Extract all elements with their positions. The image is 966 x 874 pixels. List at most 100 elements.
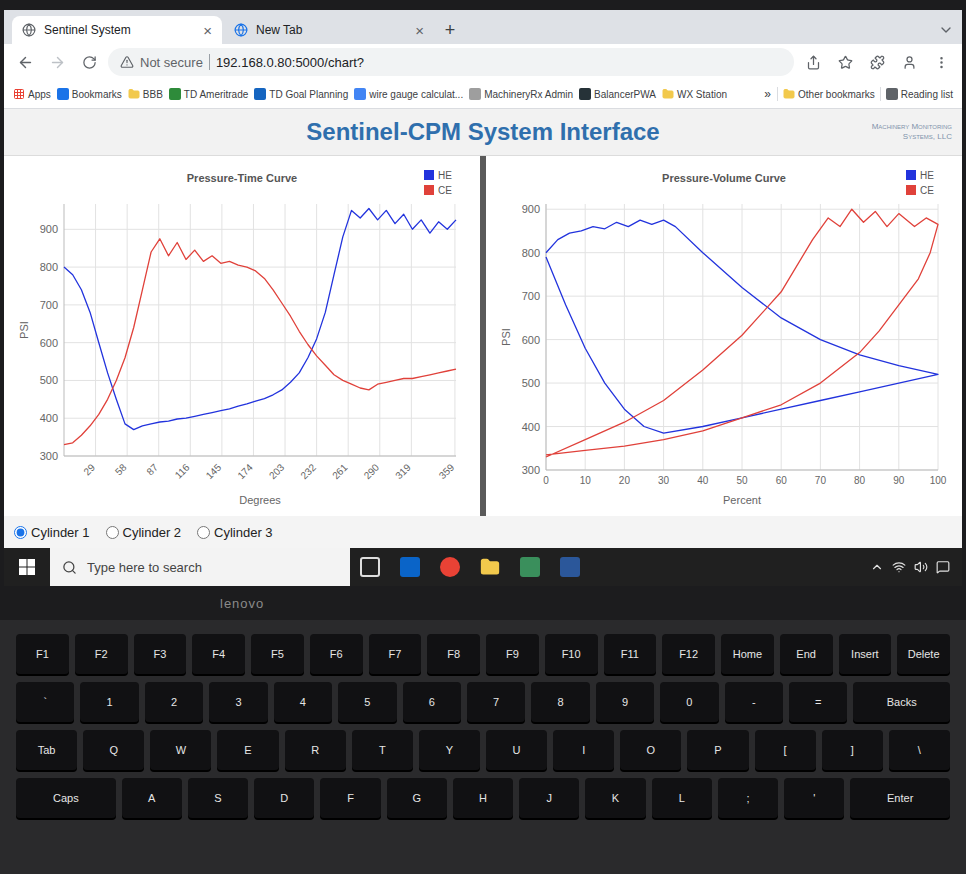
key[interactable]: Backs	[853, 682, 950, 722]
bookmark[interactable]: WX Station	[659, 88, 730, 100]
key[interactable]: Y	[419, 730, 480, 770]
volume-icon[interactable]	[914, 560, 928, 574]
key[interactable]: F12	[662, 634, 715, 674]
taskbar-app[interactable]	[350, 548, 390, 586]
legend-item[interactable]: CE	[906, 185, 934, 196]
key[interactable]: =	[789, 682, 847, 722]
taskbar-app[interactable]	[470, 548, 510, 586]
key[interactable]: Enter	[850, 778, 950, 818]
key[interactable]: 1	[80, 682, 138, 722]
bookmark[interactable]: wire gauge calculat...	[351, 88, 466, 100]
bookmark[interactable]: BBB	[125, 88, 166, 100]
share-button[interactable]	[800, 49, 826, 75]
key[interactable]: ;	[718, 778, 778, 818]
key[interactable]: G	[387, 778, 447, 818]
radio-button[interactable]	[197, 526, 210, 539]
new-tab-button[interactable]: +	[436, 16, 464, 44]
bookmark[interactable]: TD Ameritrade	[166, 88, 251, 100]
bookmark-star-button[interactable]	[832, 49, 858, 75]
key[interactable]: F4	[192, 634, 245, 674]
reload-button[interactable]	[76, 49, 102, 75]
reading-list[interactable]: Reading list	[883, 88, 956, 100]
wifi-icon[interactable]	[892, 560, 906, 574]
key[interactable]: F2	[75, 634, 128, 674]
key[interactable]: K	[585, 778, 645, 818]
key[interactable]: 0	[660, 682, 718, 722]
extensions-button[interactable]	[864, 49, 890, 75]
forward-button[interactable]	[44, 49, 70, 75]
chevron-up-icon[interactable]	[870, 560, 884, 574]
key[interactable]: 7	[467, 682, 525, 722]
key[interactable]: W	[150, 730, 211, 770]
key[interactable]: U	[486, 730, 547, 770]
taskbar-app[interactable]	[510, 548, 550, 586]
bookmark[interactable]: Bookmarks	[54, 88, 125, 100]
key[interactable]: T	[352, 730, 413, 770]
key[interactable]: ]	[822, 730, 883, 770]
key[interactable]: 6	[403, 682, 461, 722]
cylinder-option[interactable]: Cylinder 2	[106, 525, 182, 540]
key[interactable]: F11	[604, 634, 657, 674]
key[interactable]: Caps	[16, 778, 116, 818]
back-button[interactable]	[12, 49, 38, 75]
cylinder-option[interactable]: Cylinder 3	[197, 525, 273, 540]
key[interactable]: F5	[251, 634, 304, 674]
key[interactable]: S	[188, 778, 248, 818]
bookmark[interactable]: Apps	[10, 88, 54, 100]
other-bookmarks[interactable]: Other bookmarks	[780, 88, 878, 100]
key[interactable]: I	[553, 730, 614, 770]
key[interactable]: '	[784, 778, 844, 818]
key[interactable]: R	[285, 730, 346, 770]
key[interactable]: 3	[209, 682, 267, 722]
key[interactable]: O	[620, 730, 681, 770]
key[interactable]: F8	[427, 634, 480, 674]
key[interactable]: F6	[310, 634, 363, 674]
legend-item[interactable]: HE	[906, 170, 934, 181]
key[interactable]: E	[217, 730, 278, 770]
key[interactable]: Insert	[839, 634, 892, 674]
key[interactable]: 8	[531, 682, 589, 722]
key[interactable]: P	[687, 730, 748, 770]
taskbar-app[interactable]	[430, 548, 470, 586]
key[interactable]: 4	[274, 682, 332, 722]
legend-item[interactable]: HE	[424, 170, 452, 181]
key[interactable]: F10	[545, 634, 598, 674]
key[interactable]: -	[725, 682, 783, 722]
legend-item[interactable]: CE	[424, 185, 452, 196]
key[interactable]: Tab	[16, 730, 77, 770]
browser-tab[interactable]: New Tab×	[224, 16, 434, 44]
bookmark[interactable]: BalancerPWA	[576, 88, 659, 100]
key[interactable]: A	[122, 778, 182, 818]
bookmark[interactable]: TD Goal Planning	[251, 88, 351, 100]
key[interactable]: F1	[16, 634, 69, 674]
key[interactable]: Q	[83, 730, 144, 770]
key[interactable]: 9	[596, 682, 654, 722]
key[interactable]: J	[519, 778, 579, 818]
taskbar-app[interactable]	[550, 548, 590, 586]
key[interactable]: `	[16, 682, 74, 722]
key[interactable]: 2	[145, 682, 203, 722]
key[interactable]: End	[780, 634, 833, 674]
key[interactable]: Delete	[897, 634, 950, 674]
start-button[interactable]	[4, 548, 50, 586]
notification-icon[interactable]	[936, 560, 950, 574]
radio-button[interactable]	[14, 526, 27, 539]
address-bar[interactable]: Not secure192.168.0.80:5000/chart?	[108, 48, 794, 76]
key[interactable]: F3	[134, 634, 187, 674]
bookmarks-overflow[interactable]: »	[760, 87, 775, 101]
key[interactable]: Home	[721, 634, 774, 674]
key[interactable]: F7	[369, 634, 422, 674]
key[interactable]: \	[889, 730, 950, 770]
bookmark[interactable]: MachineryRx Admin	[466, 88, 576, 100]
taskbar-app[interactable]	[390, 548, 430, 586]
key[interactable]: D	[254, 778, 314, 818]
cylinder-option[interactable]: Cylinder 1	[14, 525, 90, 540]
menu-button[interactable]	[928, 49, 954, 75]
browser-tab[interactable]: Sentinel System×	[12, 16, 222, 44]
tab-close-button[interactable]: ×	[203, 22, 212, 39]
key[interactable]: F9	[486, 634, 539, 674]
tab-close-button[interactable]: ×	[415, 22, 424, 39]
radio-button[interactable]	[106, 526, 119, 539]
taskbar-search[interactable]: Type here to search	[50, 548, 350, 586]
key[interactable]: H	[453, 778, 513, 818]
